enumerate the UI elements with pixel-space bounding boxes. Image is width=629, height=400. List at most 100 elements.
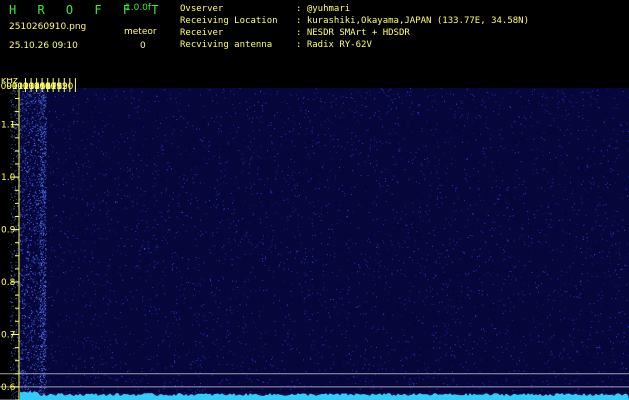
noise-dot: [112, 125, 114, 127]
noise-dot: [463, 252, 464, 253]
noise-dot: [81, 139, 83, 141]
noise-dot: [593, 147, 595, 149]
noise-dot: [105, 173, 107, 175]
noise-dot: [497, 215, 499, 217]
noise-dot: [573, 209, 575, 211]
noise-dot: [139, 254, 141, 256]
noise-dot: [484, 273, 485, 275]
noise-dot: [311, 262, 313, 263]
noise-dot: [570, 182, 571, 184]
noise-dot: [301, 216, 303, 218]
noise-dot: [356, 105, 358, 107]
noise-dot: [518, 294, 520, 296]
column-dot: [40, 234, 42, 235]
datetime: 25.10.26 09:10: [9, 41, 78, 51]
noise-dot: [401, 358, 403, 360]
noise-dot: [268, 267, 270, 269]
noise-dot: [299, 352, 300, 354]
noise-dot: [479, 265, 481, 267]
noise-dot: [613, 107, 615, 109]
noise-dot: [455, 111, 457, 113]
noise-dot: [520, 161, 522, 163]
noise-dot: [66, 182, 67, 183]
column-dot: [40, 155, 41, 157]
noise-dot: [594, 228, 596, 230]
noise-dot: [560, 154, 562, 156]
noise-dot: [340, 280, 342, 282]
noise-dot: [545, 222, 547, 224]
noise-dot: [262, 279, 264, 281]
noise-dot: [156, 238, 158, 240]
noise-dot: [197, 389, 199, 390]
noise-dot: [45, 145, 47, 147]
noise-dot: [317, 92, 319, 94]
noise-dot: [392, 156, 394, 158]
noise-dot: [556, 95, 558, 97]
noise-dot: [21, 385, 23, 386]
noise-dot: [22, 229, 24, 231]
noise-dot: [523, 193, 524, 195]
noise-dot: [227, 141, 229, 143]
noise-dot: [411, 132, 413, 134]
noise-dot: [392, 314, 393, 316]
noise-dot: [145, 280, 147, 282]
column-dot: [15, 188, 17, 190]
noise-dot: [264, 367, 266, 369]
noise-dot: [598, 294, 600, 296]
noise-dot: [112, 254, 113, 256]
noise-dot: [477, 256, 479, 258]
noise-dot: [438, 163, 440, 165]
noise-dot: [155, 183, 157, 185]
noise-dot: [98, 261, 100, 263]
noise-dot: [304, 259, 306, 261]
noise-dot: [421, 164, 423, 166]
noise-dot: [287, 342, 289, 344]
column-dot: [10, 316, 12, 317]
noise-dot: [369, 149, 371, 151]
noise-dot: [347, 209, 349, 211]
noise-dot: [360, 355, 362, 357]
column-dot: [32, 121, 33, 123]
noise-dot: [101, 201, 103, 203]
noise-dot: [287, 252, 289, 254]
noise-dot: [259, 289, 261, 291]
noise-dot: [615, 157, 617, 159]
noise-dot: [446, 286, 448, 288]
column-dot: [20, 190, 22, 192]
noise-dot: [378, 183, 380, 185]
column-dot: [24, 299, 25, 301]
noise-dot: [349, 251, 351, 253]
noise-dot: [480, 359, 482, 361]
noise-dot: [438, 311, 440, 312]
column-dot: [31, 128, 33, 130]
noise-dot: [26, 155, 28, 157]
noise-dot: [242, 362, 244, 363]
noise-dot: [103, 94, 105, 96]
noise-dot: [62, 95, 64, 97]
noise-dot: [364, 358, 366, 360]
noise-dot: [404, 299, 406, 301]
noise-dot: [215, 339, 217, 341]
noise-dot: [618, 154, 620, 156]
column-dot: [35, 206, 36, 208]
noise-dot: [97, 325, 99, 327]
noise-dot: [573, 203, 575, 205]
noise-dot: [411, 259, 413, 261]
noise-dot: [195, 344, 197, 346]
noise-dot: [286, 305, 288, 307]
noise-dot: [317, 137, 319, 139]
noise-dot: [561, 146, 563, 148]
noise-dot: [446, 250, 448, 252]
noise-dot: [466, 115, 468, 117]
noise-dot: [233, 124, 235, 126]
column-dot: [10, 220, 12, 222]
noise-dot: [178, 328, 180, 330]
noise-dot: [360, 114, 362, 116]
noise-dot: [386, 95, 388, 97]
noise-dot: [223, 208, 225, 210]
noise-dot: [616, 293, 618, 295]
noise-dot: [266, 289, 268, 291]
noise-dot: [391, 274, 393, 276]
noise-dot: [70, 134, 72, 136]
noise-dot: [192, 182, 194, 184]
